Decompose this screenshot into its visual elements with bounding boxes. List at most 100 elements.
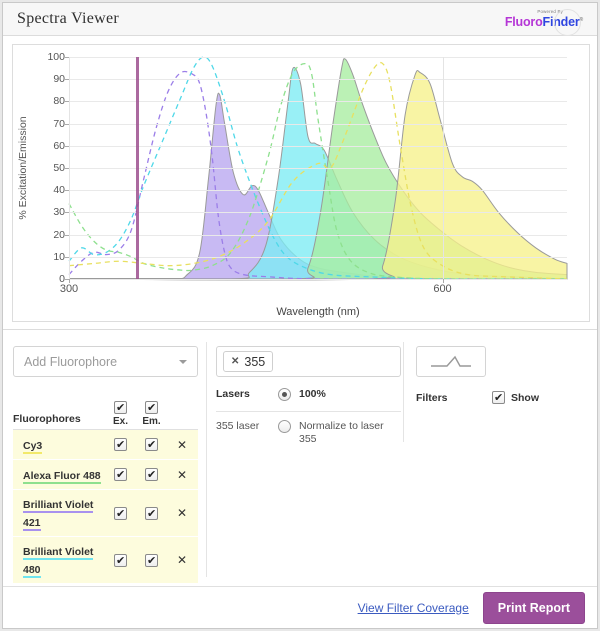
chart-y-tick-label: 40 [53,184,65,197]
chevron-down-icon [179,359,187,364]
fluorophores-table-header: Fluorophores ✔ Ex. ✔ Em. [13,391,198,427]
logo-tm-mark: ® [579,16,584,23]
fluorophore-ex-cell: ✔ [105,506,136,520]
remove-fluorophore-icon[interactable]: ✕ [167,506,197,520]
chart-x-tick-label: 600 [433,283,452,295]
fluorophore-row: Alexa Fluor 488 ✔ ✔ ✕ [13,460,198,490]
fluorophore-row: Brilliant Violet 480 ✔ ✔ ✕ [13,537,198,584]
radio-normalize[interactable] [278,420,291,433]
column-divider-1 [206,342,207,577]
lasers-option-normalize-row: 355 laser Normalize to laser 355 [216,412,401,446]
column-header-em-label: Em. [142,416,161,427]
fluorophore-name: Brilliant Violet 421 [23,499,94,531]
fluorophore-name-cell: Alexa Fluor 488 [13,466,105,484]
fluorophore-name: Brilliant Violet 480 [23,546,94,578]
logo-wordmark: FluoroFinder® [505,14,583,29]
column-header-ex-label: Ex. [112,416,128,427]
controls-panel: Add Fluorophore Fluorophores ✔ Ex. ✔ Em.… [3,330,597,586]
radio-normalize-label: Normalize to laser 355 [299,420,384,445]
filters-row: Filters ✔ Show [416,391,591,404]
fluorophores-column: Add Fluorophore Fluorophores ✔ Ex. ✔ Em.… [13,346,198,584]
fluorophore-ex-cell: ✔ [105,553,136,567]
chart-y-tick-label: 70 [53,117,65,130]
fluorophore-name-cell: Brilliant Violet 480 [13,542,105,578]
column-header-fluorophores: Fluorophores [13,413,81,425]
laser-tag-value: 355 [244,354,266,369]
logo-finder-text: Finder [542,15,580,30]
fluorophore-name-cell: Brilliant Violet 421 [13,495,105,531]
fluorophore-ex-cell: ✔ [105,438,136,451]
chart-gridline [69,57,567,58]
chart-y-tick-label: 100 [47,51,65,63]
lasers-label: Lasers [216,388,250,400]
chart-y-tick-label: 50 [53,162,65,174]
fluorophores-list: Cy3 ✔ ✔ ✕ Alexa Fluor 488 ✔ ✔ ✕ Brilliant Violet… [13,429,198,584]
chart-y-tick-label: 10 [53,250,65,263]
chart-plot-area: % Excitation/Emission Wavelength (nm) 01… [17,51,568,318]
fluorophore-em-checkbox[interactable]: ✔ [145,468,158,481]
chart-vertical-gridline [69,57,70,279]
show-filters-checkbox[interactable]: ✔ [492,391,505,404]
remove-laser-icon[interactable]: ✕ [231,356,239,367]
add-fluorophore-placeholder: Add Fluorophore [24,354,118,369]
footer-bar: View Filter Coverage Print Report [3,586,597,628]
remove-fluorophore-icon[interactable]: ✕ [167,468,197,482]
fluorophore-name: Cy3 [23,439,43,454]
chart-x-tick-mark [442,279,444,283]
remove-fluorophore-icon[interactable]: ✕ [167,438,197,452]
chart-gridline [69,234,567,236]
fluorophore-row: Brilliant Violet 421 ✔ ✔ ✕ [13,490,198,537]
filter-select-box[interactable] [416,346,486,377]
filters-column: Filters ✔ Show [416,346,591,404]
chart-y-axis-label: % Excitation/Emission [17,116,29,220]
add-fluorophore-select[interactable]: Add Fluorophore [13,346,198,377]
spectra-viewer-app: Spectra Viewer Powered By FluoroFinder® … [2,2,598,629]
laser-line-355 [136,57,140,279]
fluorophore-em-cell: ✔ [136,506,167,520]
fluorophore-name-cell: Cy3 [13,436,105,454]
chart-y-tick-label: 90 [53,73,65,86]
fluorophore-em-checkbox[interactable]: ✔ [145,553,158,567]
chart-gridline [69,145,567,147]
show-filters-label: Show [511,391,539,404]
chart-x-tick-label: 300 [59,283,79,295]
lasers-option-100-row: Lasers 100% [216,377,401,411]
laser-tag-355[interactable]: ✕ 355 [223,351,274,372]
filters-label: Filters [416,391,448,404]
spectra-chart: % Excitation/Emission Wavelength (nm) 01… [12,44,590,322]
radio-100-percent[interactable] [278,387,291,401]
fluorophore-ex-checkbox[interactable]: ✔ [114,468,127,481]
fluorophore-ex-checkbox[interactable]: ✔ [114,438,127,451]
column-divider-2 [403,342,404,442]
view-filter-coverage-link[interactable]: View Filter Coverage [358,601,469,615]
fluorophore-row: Cy3 ✔ ✔ ✕ [13,430,198,460]
fluorophore-ex-checkbox[interactable]: ✔ [114,506,127,520]
chart-gridline [69,190,567,192]
chart-y-tick-label: 80 [53,95,65,108]
show-filters-toggle[interactable]: ✔ Show [492,391,539,404]
chart-gridline [69,212,567,214]
print-report-button[interactable]: Print Report [482,591,585,624]
lasers-column: ✕ 355 Lasers 100% 355 laser Normalize to… [216,346,401,446]
chart-x-tick-mark [69,279,70,283]
fluorophore-name: Alexa Fluor 488 [23,469,101,484]
fluorophore-em-checkbox[interactable]: ✔ [145,506,158,520]
chart-y-tick-label: 60 [53,139,65,152]
fluorophore-em-cell: ✔ [136,468,167,481]
laser-input[interactable]: ✕ 355 [216,346,401,377]
chart-gridline [69,123,567,125]
chart-gridline [69,101,567,103]
chart-gridline [69,168,567,169]
remove-fluorophore-icon[interactable]: ✕ [167,553,197,567]
chart-gridline [69,79,567,81]
fluorophore-em-cell: ✔ [136,438,167,451]
page-title: Spectra Viewer [17,10,120,27]
fluorophore-em-checkbox[interactable]: ✔ [145,438,158,451]
fluorophore-em-cell: ✔ [136,553,167,567]
chart-gridline [69,279,567,280]
toggle-all-em-checkbox[interactable]: ✔ [145,401,158,414]
column-header-ex: ✔ Ex. [105,401,136,427]
chart-vertical-gridline [442,57,444,279]
toggle-all-ex-checkbox[interactable]: ✔ [114,401,127,414]
fluorophore-ex-checkbox[interactable]: ✔ [114,553,127,567]
